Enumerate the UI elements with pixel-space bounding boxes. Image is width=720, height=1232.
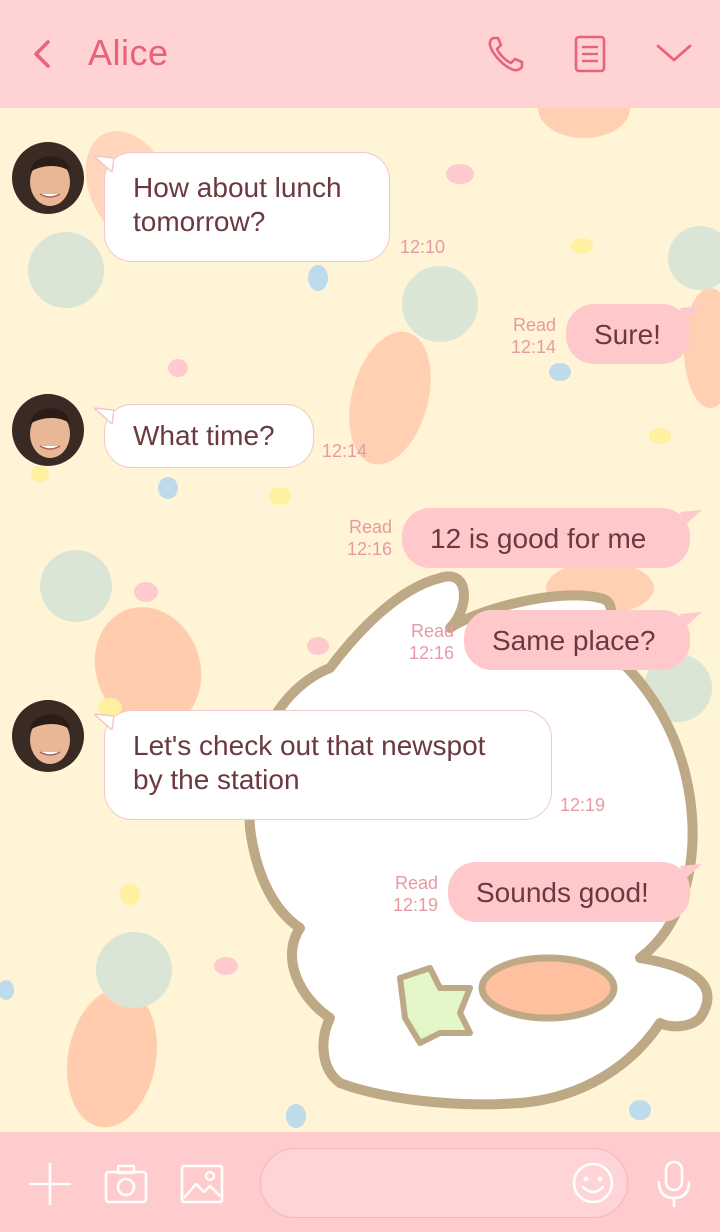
message-text-line: Let's check out that newspot	[133, 730, 486, 761]
bubble-tail-icon	[680, 612, 702, 628]
bubble-tail-icon	[680, 510, 702, 526]
avatar-photo-icon	[12, 394, 84, 466]
message-time: 12:19	[392, 895, 438, 915]
message-status: Read 12:19	[390, 872, 438, 916]
message-status: Read 12:14	[508, 314, 556, 358]
avatar-photo-icon	[12, 700, 84, 772]
contact-avatar[interactable]	[12, 700, 84, 772]
read-receipt: Read	[410, 621, 454, 641]
bubble-tail-icon	[94, 155, 114, 172]
message-text: Sure!	[594, 319, 661, 350]
read-receipt: Read	[512, 315, 556, 335]
read-receipt: Read	[394, 873, 438, 893]
contact-avatar[interactable]	[12, 394, 84, 466]
notes-icon[interactable]	[568, 32, 612, 76]
bubble-tail-icon	[680, 306, 702, 322]
message-time: 12:19	[560, 795, 606, 815]
plus-icon[interactable]	[26, 1160, 74, 1208]
bubble-tail-icon	[94, 407, 114, 424]
message-time: 12:14	[510, 337, 556, 357]
read-receipt: Read	[348, 517, 392, 537]
chat-title: Alice	[88, 32, 169, 73]
image-icon[interactable]	[178, 1160, 226, 1208]
camera-icon[interactable]	[102, 1160, 150, 1208]
message-text: Sounds good!	[476, 877, 649, 908]
message-time: 12:16	[408, 643, 454, 663]
message-input[interactable]	[283, 1163, 567, 1205]
message-bubble-outgoing[interactable]: Sure!	[566, 304, 690, 364]
message-status: Read 12:16	[344, 516, 392, 560]
contact-avatar[interactable]	[12, 142, 84, 214]
message-bubble-incoming[interactable]: Let's check out that newspot by the stat…	[104, 710, 552, 820]
message-text: Same place?	[492, 625, 656, 656]
message-bubble-outgoing[interactable]: Sounds good!	[448, 862, 690, 922]
avatar-photo-icon	[12, 142, 84, 214]
chat-header: Alice	[0, 0, 720, 108]
chat-input-bar	[0, 1132, 720, 1232]
message-text-line: What time?	[133, 420, 275, 451]
message-text: 12 is good for me	[430, 523, 647, 554]
microphone-icon[interactable]	[650, 1160, 698, 1208]
message-status: Read 12:16	[406, 620, 454, 664]
message-text-line: How about lunch	[133, 172, 342, 203]
emoji-icon[interactable]	[570, 1160, 616, 1206]
message-text-line: tomorrow?	[133, 206, 266, 237]
message-time: 12:16	[346, 539, 392, 559]
message-text-line: by the station	[133, 764, 300, 795]
chevron-down-icon[interactable]	[652, 32, 696, 76]
message-time: 12:14	[322, 441, 368, 461]
message-bubble-outgoing[interactable]: Same place?	[464, 610, 690, 670]
message-bubble-incoming[interactable]: What time?	[104, 404, 314, 468]
back-arrow-icon[interactable]	[26, 34, 62, 74]
bubble-tail-icon	[680, 864, 702, 880]
message-bubble-outgoing[interactable]: 12 is good for me	[402, 508, 690, 568]
bubble-tail-icon	[94, 713, 114, 730]
message-bubble-incoming[interactable]: How about lunch tomorrow?	[104, 152, 390, 262]
phone-icon[interactable]	[484, 32, 528, 76]
message-time: 12:10	[400, 237, 446, 257]
